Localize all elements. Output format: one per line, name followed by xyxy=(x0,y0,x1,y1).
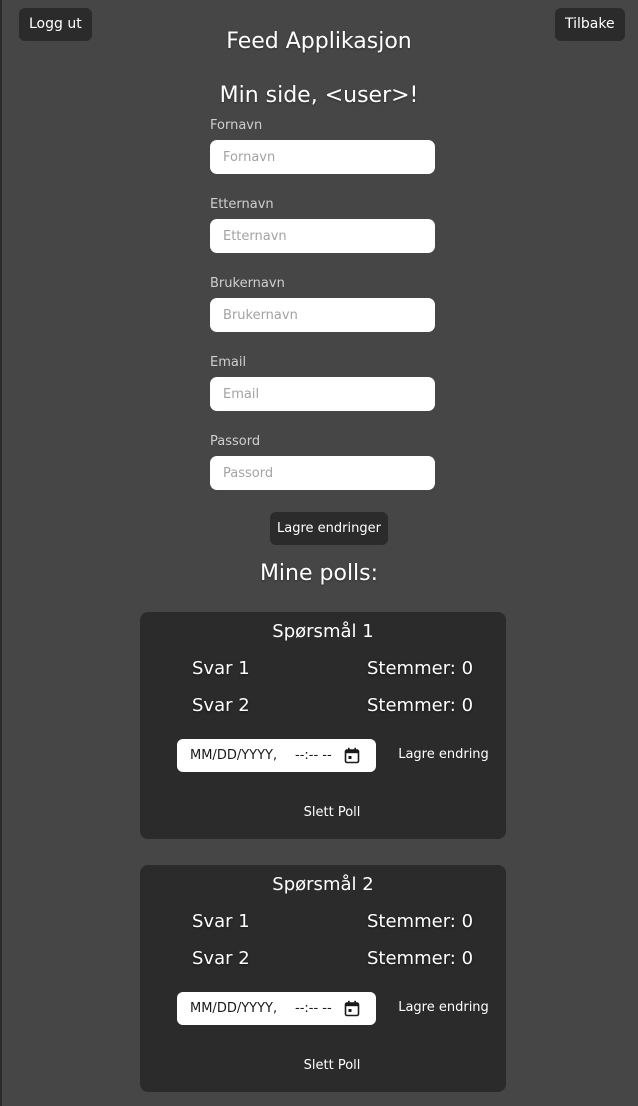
password-label: Passord xyxy=(210,434,261,449)
answer-votes: Stemmer: 0 xyxy=(367,948,474,969)
page-title: Min side, <user>! xyxy=(219,83,419,108)
last-name-input[interactable] xyxy=(210,219,435,253)
password-input[interactable] xyxy=(210,456,435,490)
date-placeholder: MM/DD/YYYY, xyxy=(190,1001,278,1016)
answer-label: Svar 2 xyxy=(192,948,250,969)
answer-votes: Stemmer: 0 xyxy=(367,695,474,716)
app-title: Feed Applikasjon xyxy=(226,29,412,54)
save-changes-button[interactable]: Lagre endringer xyxy=(270,512,388,545)
poll-deadline-input[interactable]: MM/DD/YYYY, --:-- -- xyxy=(177,992,376,1025)
answer-label: Svar 1 xyxy=(192,658,250,679)
left-edge-divider xyxy=(0,0,2,1106)
username-label: Brukernavn xyxy=(210,276,285,291)
time-placeholder: --:-- -- xyxy=(295,1001,332,1016)
first-name-label: Fornavn xyxy=(210,118,263,133)
username-input[interactable] xyxy=(210,298,435,332)
answer-votes: Stemmer: 0 xyxy=(367,911,474,932)
time-placeholder: --:-- -- xyxy=(295,748,332,763)
save-edit-button[interactable]: Lagre endring xyxy=(391,992,496,1024)
delete-poll-button[interactable]: Slett Poll xyxy=(295,1050,369,1082)
answer-label: Svar 1 xyxy=(192,911,250,932)
my-polls-heading: Mine polls: xyxy=(259,561,379,586)
calendar-icon[interactable] xyxy=(344,1000,360,1017)
answer-votes: Stemmer: 0 xyxy=(367,658,474,679)
email-label: Email xyxy=(210,355,247,370)
last-name-label: Etternavn xyxy=(210,197,274,212)
save-edit-button[interactable]: Lagre endring xyxy=(391,739,496,771)
poll-deadline-input[interactable]: MM/DD/YYYY, --:-- -- xyxy=(177,739,376,772)
poll-question: Spørsmål 1 xyxy=(272,621,374,642)
poll-card: Spørsmål 2 Svar 1 Stemmer: 0 Svar 2 Stem… xyxy=(140,865,506,1092)
date-placeholder: MM/DD/YYYY, xyxy=(190,748,278,763)
delete-poll-button[interactable]: Slett Poll xyxy=(295,797,369,829)
answer-label: Svar 2 xyxy=(192,695,250,716)
poll-question: Spørsmål 2 xyxy=(272,874,374,895)
poll-card: Spørsmål 1 Svar 1 Stemmer: 0 Svar 2 Stem… xyxy=(140,612,506,839)
profile-form: Fornavn Etternavn Brukernavn Email Passo… xyxy=(210,118,435,513)
email-input[interactable] xyxy=(210,377,435,411)
calendar-icon[interactable] xyxy=(344,747,360,764)
first-name-input[interactable] xyxy=(210,140,435,174)
